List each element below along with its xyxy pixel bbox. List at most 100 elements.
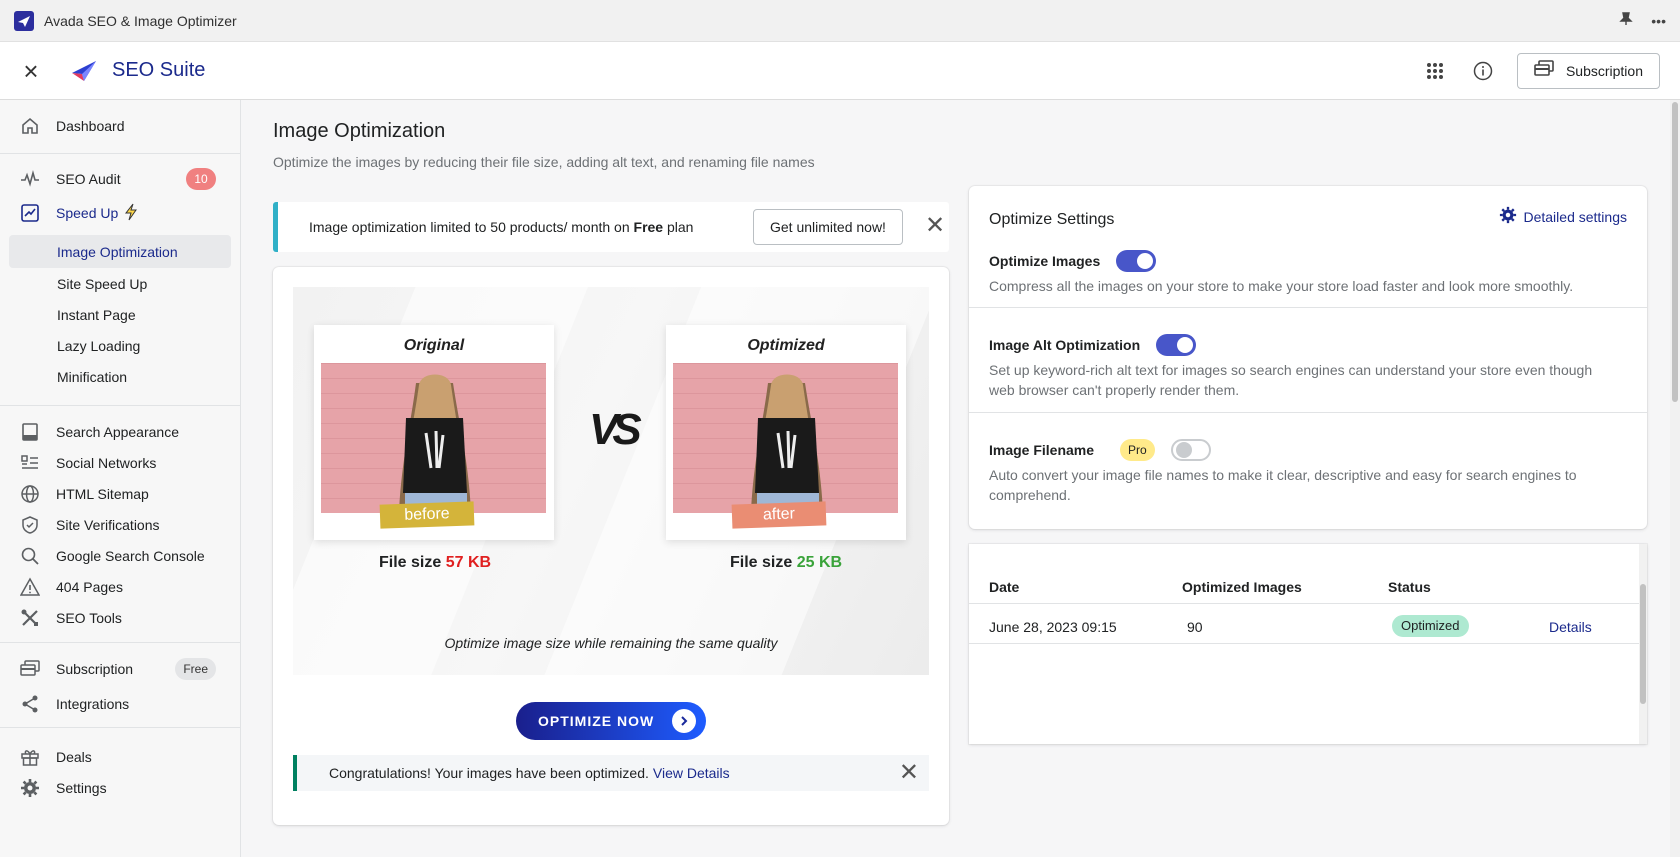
success-text: Congratulations! Your images have been o… <box>329 765 649 781</box>
close-icon[interactable]: × <box>20 58 42 84</box>
close-icon[interactable]: ✕ <box>899 760 919 786</box>
speed-chart-icon <box>18 201 42 225</box>
sidebar-item-seo-tools[interactable]: SEO Tools <box>18 606 122 630</box>
after-tag: after <box>731 501 827 529</box>
optimize-images-toggle[interactable] <box>1116 250 1157 272</box>
get-unlimited-button[interactable]: Get unlimited now! <box>753 209 903 245</box>
sidebar-item-seo-audit[interactable]: SEO Audit 10 <box>18 167 228 191</box>
sidebar-item-minification[interactable]: Minification <box>57 369 127 385</box>
subscription-icon <box>1534 60 1554 81</box>
row-details-link[interactable]: Details <box>1549 619 1592 635</box>
table-scrollbar[interactable] <box>1639 544 1647 744</box>
settings-divider <box>969 412 1647 413</box>
shield-check-icon <box>18 513 42 537</box>
social-icon <box>18 451 42 475</box>
sidebar: Dashboard SEO Audit 10 Speed Up Image Op… <box>0 100 241 857</box>
search-icon <box>18 544 42 568</box>
info-icon[interactable] <box>1469 57 1497 85</box>
vs-label: VS <box>589 405 642 454</box>
page-scrollbar[interactable] <box>1670 100 1680 857</box>
tools-icon <box>18 606 42 630</box>
main-content: Image Optimization Optimize the images b… <box>241 100 1680 857</box>
plan-badge: Free <box>175 658 216 680</box>
window-title: Avada SEO & Image Optimizer <box>44 12 237 29</box>
sidebar-item-site-speed-up[interactable]: Site Speed Up <box>57 276 147 292</box>
sidebar-item-deals[interactable]: Deals <box>18 745 92 769</box>
optimize-settings-card: Optimize Settings Detailed settings Opti… <box>969 186 1647 529</box>
sidebar-label: Speed Up <box>56 205 119 221</box>
more-icon[interactable]: ••• <box>1651 13 1666 29</box>
sidebar-divider <box>0 405 241 406</box>
before-tag: before <box>379 501 475 529</box>
detailed-settings-link[interactable]: Detailed settings <box>1499 206 1627 227</box>
window-titlebar: Avada SEO & Image Optimizer ••• <box>0 0 1680 42</box>
sidebar-item-image-optimization[interactable]: Image Optimization <box>9 235 231 268</box>
sidebar-item-html-sitemap[interactable]: HTML Sitemap <box>18 482 149 506</box>
sidebar-divider <box>0 727 241 728</box>
optimize-now-button[interactable]: OPTIMIZE NOW <box>516 702 706 740</box>
setting-optimize-images: Optimize Images Compress all the images … <box>989 250 1629 296</box>
subscription-label: Subscription <box>1565 62 1643 79</box>
sidebar-item-google-search-console[interactable]: Google Search Console <box>18 544 205 568</box>
setting-description: Set up keyword-rich alt text for images … <box>989 362 1593 398</box>
comparison-illustration: Original before VS Optimized after File … <box>293 287 929 675</box>
sidebar-divider <box>0 642 241 643</box>
sidebar-item-integrations[interactable]: Integrations <box>18 692 129 716</box>
sidebar-item-dashboard[interactable]: Dashboard <box>18 114 125 138</box>
search-appearance-icon <box>18 420 42 444</box>
sidebar-item-subscription[interactable]: Subscription Free <box>18 657 228 681</box>
close-icon[interactable]: ✕ <box>925 213 945 239</box>
gear-icon <box>18 776 42 800</box>
sidebar-label: Dashboard <box>56 118 125 134</box>
sidebar-item-404-pages[interactable]: 404 Pages <box>18 575 123 599</box>
subscription-icon <box>18 657 42 681</box>
comparison-note: Optimize image size while remaining the … <box>444 635 778 651</box>
success-banner: Congratulations! Your images have been o… <box>293 755 929 791</box>
banner-text: Image optimization limited to 50 product… <box>309 219 694 235</box>
row-date: June 28, 2023 09:15 <box>989 619 1117 635</box>
pin-icon[interactable] <box>1619 12 1633 29</box>
setting-name: Optimize Images <box>989 253 1101 269</box>
sidebar-item-lazy-loading[interactable]: Lazy Loading <box>57 338 140 354</box>
optimized-photo-card: Optimized after <box>666 325 906 540</box>
brand-title: SEO Suite <box>112 59 206 81</box>
optimize-now-label: OPTIMIZE NOW <box>538 713 655 729</box>
sidebar-item-instant-page[interactable]: Instant Page <box>57 307 136 323</box>
sidebar-label: 404 Pages <box>56 579 123 595</box>
chevron-right-icon <box>672 709 696 733</box>
setting-image-alt: Image Alt Optimization Set up keyword-ri… <box>989 334 1629 400</box>
sidebar-label: Social Networks <box>56 455 157 471</box>
image-filename-toggle[interactable] <box>1170 439 1211 461</box>
image-alt-toggle[interactable] <box>1156 334 1197 356</box>
sidebar-label: SEO Tools <box>56 610 122 626</box>
table-divider <box>969 643 1647 644</box>
sidebar-item-search-appearance[interactable]: Search Appearance <box>18 420 179 444</box>
page-title: Image Optimization <box>273 120 446 142</box>
sidebar-item-social-networks[interactable]: Social Networks <box>18 451 156 475</box>
setting-description: Auto convert your image file names to ma… <box>989 467 1577 503</box>
page-subtitle: Optimize the images by reducing their fi… <box>273 154 815 170</box>
sidebar-item-site-verifications[interactable]: Site Verifications <box>18 513 160 537</box>
plan-limit-banner: Image optimization limited to 50 product… <box>273 202 949 252</box>
sidebar-item-speed-up[interactable]: Speed Up <box>18 201 138 225</box>
seo-audit-count-badge: 10 <box>186 168 216 190</box>
apps-grid-icon[interactable] <box>1421 57 1449 85</box>
sidebar-item-settings[interactable]: Settings <box>18 776 107 800</box>
view-details-link[interactable]: View Details <box>653 765 730 781</box>
app-icon <box>14 10 34 31</box>
optimized-photo <box>673 363 898 513</box>
column-header-status: Status <box>1388 579 1431 595</box>
globe-icon <box>18 482 42 506</box>
sidebar-label: Search Appearance <box>56 424 179 440</box>
column-header-optimized-images: Optimized Images <box>1182 579 1302 595</box>
status-badge: Optimized <box>1392 615 1469 637</box>
settings-title: Optimize Settings <box>989 211 1115 228</box>
subscription-button[interactable]: Subscription <box>1516 52 1660 89</box>
row-count: 90 <box>1187 619 1203 635</box>
settings-divider <box>969 307 1647 308</box>
original-photo-card: Original before <box>314 325 554 540</box>
original-file-size: File size 57 KB <box>379 554 492 571</box>
home-icon <box>18 114 42 138</box>
sidebar-label: Google Search Console <box>56 548 205 564</box>
optimization-card: Original before VS Optimized after File … <box>273 267 949 825</box>
